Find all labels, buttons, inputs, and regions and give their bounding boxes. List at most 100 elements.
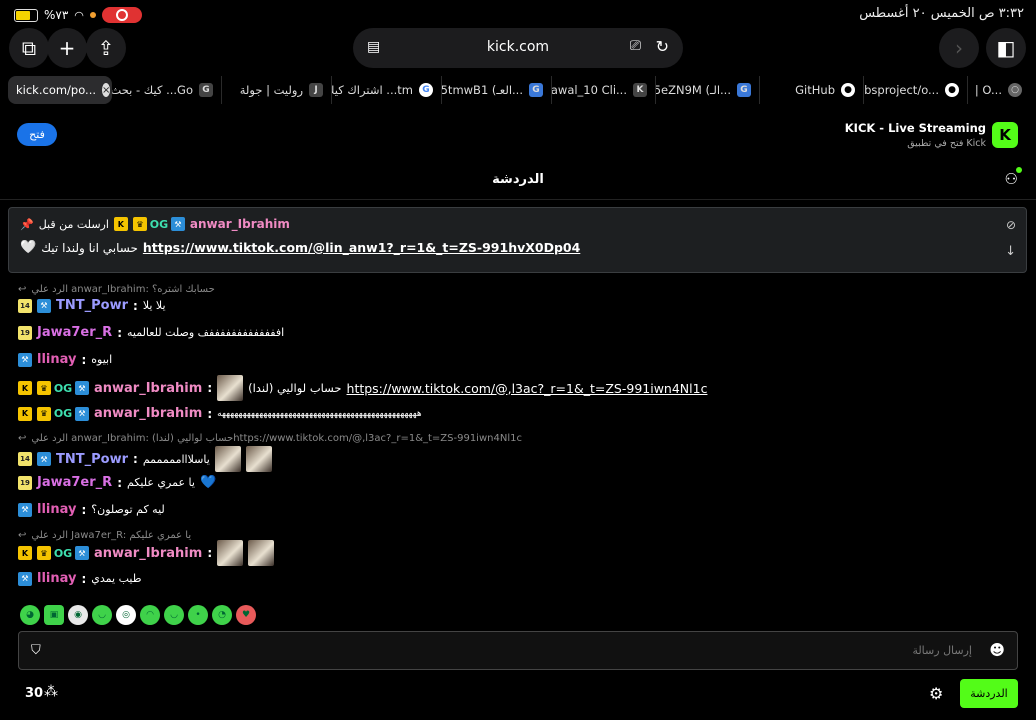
- chat-message[interactable]: ⚒ llinay: ليه كم توصلون؟: [18, 502, 165, 517]
- chat-message[interactable]: K ♛ OG ⚒ anwar_Ibrahim:: [18, 540, 275, 566]
- tab-label: obsproject/o...: [864, 83, 939, 97]
- chat-username[interactable]: anwar_Ibrahim: [94, 546, 202, 561]
- app-banner-title: KICK - Live Streaming: [844, 121, 986, 135]
- battery-icon: [14, 8, 38, 22]
- emote-icon[interactable]: ♥: [236, 605, 256, 625]
- forward-button[interactable]: ›: [939, 28, 979, 68]
- share-button[interactable]: ⇪: [86, 28, 126, 68]
- tab-roulette[interactable]: روليت | جولة J: [222, 76, 332, 104]
- settings-gear-icon[interactable]: ⚙: [929, 684, 943, 703]
- tab-obsproject[interactable]: obsproject/o... ●: [864, 76, 968, 104]
- emote-icon[interactable]: •: [188, 605, 208, 625]
- chat-text: يلا يلا: [142, 299, 166, 312]
- chat-message[interactable]: 19 Jawa7er_R: يا عمري عليكم 💙: [18, 475, 216, 490]
- send-chat-button[interactable]: الدردشة: [960, 679, 1018, 708]
- chat-username[interactable]: Jawa7er_R: [37, 475, 112, 490]
- share-icon: ⇪: [97, 36, 115, 60]
- subscriber-badge-icon: 19: [18, 475, 32, 490]
- moderator-badge-icon: ⚒: [18, 571, 32, 586]
- emote-icon[interactable]: ◡: [92, 605, 112, 625]
- image-emote: [214, 446, 241, 472]
- image-emote: [245, 446, 272, 472]
- chat-text: ياسلااامممممم: [142, 452, 210, 466]
- chat-username[interactable]: TNT_Powr: [56, 452, 128, 467]
- chat-text: حساب لواليي (لندا): [248, 381, 342, 395]
- emote-icon[interactable]: ◉: [68, 605, 88, 625]
- chat-username[interactable]: llinay: [37, 571, 76, 586]
- github-favicon-icon: ●: [945, 83, 959, 97]
- google-favicon-icon: G: [199, 83, 213, 97]
- tab-google-search[interactable]: كيك - بحث ...Go G: [112, 76, 222, 104]
- emote-icon[interactable]: ◠: [140, 605, 160, 625]
- tab-kick[interactable]: kick.com/po... ×: [8, 76, 112, 104]
- tab-label: nawal_10 Cli...: [552, 83, 627, 97]
- crown-badge-icon: ♛: [132, 217, 147, 231]
- kick-logo: K: [992, 122, 1018, 148]
- emoji-icon[interactable]: ☻: [989, 641, 1005, 659]
- pinned-link[interactable]: https://www.tiktok.com/@lin_anw1?_r=1&_t…: [143, 240, 580, 255]
- chat-link[interactable]: https://www.tiktok.com/@,l3ac?_r=1&_t=ZS…: [347, 381, 708, 396]
- moderator-badge-icon: ⚒: [37, 298, 51, 313]
- g-favicon-icon: G: [737, 83, 751, 97]
- tab-5tmwb1[interactable]: #5tmwB1 (العـ... G: [442, 76, 552, 104]
- expand-pin-icon[interactable]: ↓: [1005, 244, 1016, 259]
- viewers-icon: ⁂: [44, 684, 58, 700]
- chat-text: طيب يمدي: [91, 572, 142, 585]
- open-in-app-button[interactable]: فتح: [17, 123, 57, 146]
- chat-message[interactable]: K ♛ OG ⚒ anwar_Ibrahim: حساب لواليي (لند…: [18, 375, 707, 401]
- close-tab-icon[interactable]: ×: [102, 83, 111, 97]
- shield-icon[interactable]: ⛉: [31, 643, 41, 658]
- tab-5ezn9m[interactable]: #5eZN9M (الـ... G: [656, 76, 760, 104]
- app-banner-subtitle: فتح في تطبيق Kick: [907, 138, 986, 149]
- tabs-overview-button[interactable]: ⧉: [9, 28, 49, 68]
- chat-username[interactable]: llinay: [37, 502, 76, 517]
- kick-badge-icon: K: [113, 217, 128, 231]
- tab-nawal-clip[interactable]: nawal_10 Cli... K: [552, 76, 656, 104]
- kick-badge-icon: K: [18, 381, 32, 395]
- moderator-badge-icon: ⚒: [75, 406, 89, 421]
- chat-message[interactable]: ⚒ llinay: طيب يمدي: [18, 571, 141, 586]
- tab-label: GitHub: [795, 83, 835, 97]
- chat-message[interactable]: 14 ⚒ TNT_Powr: ياسلااامممممم: [18, 446, 272, 472]
- tab-label: روليت | جولة: [239, 83, 303, 97]
- chat-text: افففففففففففففف وصلت للعالميه: [127, 326, 285, 339]
- emote-icon[interactable]: ◡: [164, 605, 184, 625]
- chat-username[interactable]: llinay: [37, 352, 76, 367]
- chat-username[interactable]: Jawa7er_R: [37, 325, 112, 340]
- crown-badge-icon: ♛: [37, 406, 51, 421]
- chat-username[interactable]: anwar_Ibrahim: [94, 406, 202, 421]
- users-icon[interactable]: ⚇: [1005, 170, 1018, 188]
- cast-icon[interactable]: ⎚: [630, 38, 641, 54]
- chat-username[interactable]: TNT_Powr: [56, 298, 128, 313]
- sidebar-button[interactable]: ◧: [986, 28, 1026, 68]
- reply-icon: ↩: [18, 284, 27, 295]
- message-input[interactable]: إرسال رسالة: [912, 644, 972, 657]
- tab-label: #5eZN9M (الـ...: [656, 83, 731, 97]
- chat-message[interactable]: ⚒ llinay: ابيوه: [18, 352, 112, 367]
- tab-kick-subscription[interactable]: اشتراك كيك ...tm G: [332, 76, 442, 104]
- chat-message[interactable]: 14 ⚒ TNT_Powr: يلا يلا: [18, 298, 166, 313]
- kick-badge-icon: K: [18, 406, 32, 421]
- emote-icon[interactable]: ◕: [20, 605, 40, 625]
- screen-record-indicator[interactable]: [101, 7, 142, 23]
- new-tab-button[interactable]: +: [47, 28, 87, 68]
- chat-text: ليه كم توصلون؟: [91, 503, 165, 516]
- chat-username[interactable]: anwar_Ibrahim: [94, 381, 202, 396]
- emote-icon[interactable]: ▣: [44, 605, 64, 625]
- chat-message[interactable]: K ♛ OG ⚒ anwar_Ibrahim: هههههههههههههههه…: [18, 406, 422, 421]
- pinned-username[interactable]: anwar_Ibrahim: [190, 217, 290, 231]
- reload-icon[interactable]: ↻: [656, 37, 669, 56]
- tab-github[interactable]: GitHub ●: [760, 76, 864, 104]
- hide-pin-icon[interactable]: ⊘: [1006, 218, 1016, 232]
- reply-reference: ↩ الرد علي anwar_Ibrahim: حساب لواليي (ل…: [18, 433, 522, 444]
- g-favicon-icon: G: [529, 83, 543, 97]
- chat-input-box[interactable]: ⛉ إرسال رسالة ☻: [18, 631, 1018, 670]
- reply-reference: ↩ الرد علي anwar_Ibrahim: حسابك اشتره؟: [18, 284, 215, 295]
- chat-message[interactable]: 19 Jawa7er_R: افففففففففففففف وصلت للعال…: [18, 325, 284, 340]
- chevron-right-icon: ›: [955, 36, 963, 60]
- address-bar[interactable]: ▤ kick.com ⎚ ↻: [353, 28, 683, 68]
- tab-overflow[interactable]: | O... ○: [968, 76, 1030, 104]
- emote-icon[interactable]: ◔: [212, 605, 232, 625]
- moderator-badge-icon: ⚒: [170, 217, 185, 231]
- emote-icon[interactable]: ◎: [116, 605, 136, 625]
